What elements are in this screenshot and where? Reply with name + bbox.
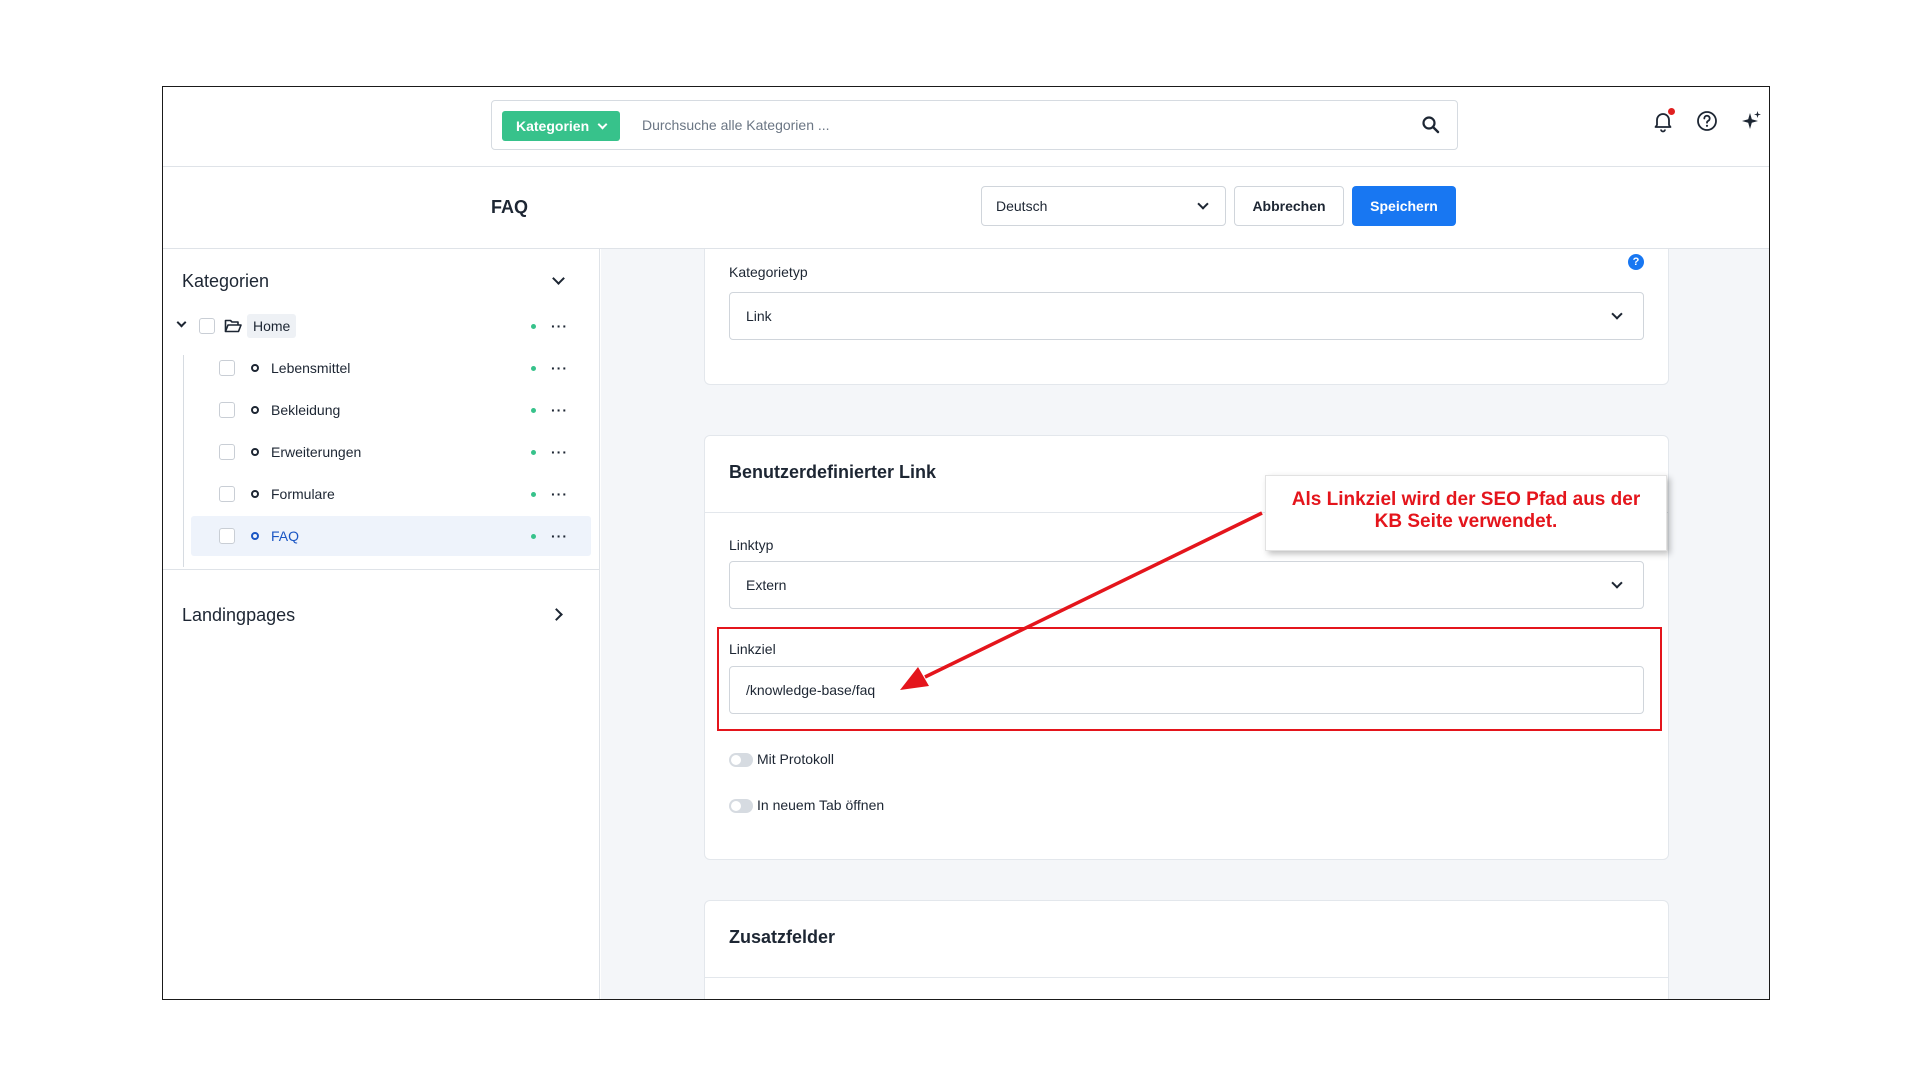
sidebar: Kategorien Home ··· Lebensmittel ··· Bek…	[163, 249, 600, 999]
node-circle-icon	[251, 490, 259, 498]
callout-line-2: KB Seite verwendet.	[1374, 511, 1558, 532]
search-icon[interactable]	[1421, 115, 1441, 135]
more-options-button[interactable]: ···	[551, 482, 568, 506]
global-search: Kategorien Durchsuche alle Kategorien ..…	[491, 100, 1458, 150]
link-type-select[interactable]: Extern	[729, 561, 1644, 609]
sidebar-divider	[163, 569, 600, 570]
link-type-value: Extern	[746, 577, 787, 593]
info-icon[interactable]: ?	[1628, 254, 1644, 270]
chevron-down-icon[interactable]	[552, 272, 565, 285]
sparkles-icon	[1742, 111, 1761, 129]
help-button[interactable]	[1695, 109, 1719, 133]
extra-fields-title: Zusatzfelder	[729, 927, 836, 947]
expand-caret-icon[interactable]	[176, 317, 187, 328]
tree-row[interactable]: Formulare ···	[163, 474, 600, 514]
search-scope-label: Kategorien	[516, 118, 590, 134]
save-button[interactable]: Speichern	[1352, 186, 1456, 226]
chevron-down-icon	[1611, 577, 1623, 589]
category-type-select[interactable]: Link	[729, 292, 1644, 340]
landingpages-section-title[interactable]: Landingpages	[182, 605, 295, 626]
category-type-value: Link	[746, 308, 772, 324]
tree-row-label: Bekleidung	[271, 402, 341, 418]
notification-badge	[1668, 108, 1675, 115]
card-divider	[705, 977, 1668, 978]
chevron-right-icon[interactable]	[550, 608, 563, 621]
status-active-dot	[531, 366, 536, 371]
tree-row-label: Erweiterungen	[271, 444, 362, 460]
protocol-toggle[interactable]	[729, 753, 753, 767]
categories-section-title[interactable]: Kategorien	[182, 271, 269, 292]
tree-row-home[interactable]: Home ···	[163, 306, 600, 346]
status-active-dot	[531, 492, 536, 497]
page-header: FAQ Deutsch Abbrechen Speichern	[163, 167, 1769, 249]
category-type-label: Kategorietyp	[729, 264, 808, 280]
status-active-dot	[531, 408, 536, 413]
new-tab-toggle-label: In neuem Tab öffnen	[757, 797, 885, 813]
annotation-callout: Als Linkziel wird der SEO Pfad aus der K…	[1265, 475, 1667, 551]
node-circle-icon	[251, 364, 259, 372]
search-input[interactable]: Durchsuche alle Kategorien ...	[642, 101, 830, 149]
language-select-value: Deutsch	[996, 198, 1048, 214]
main-content: Kategorietyp ? Link Benutzerdefinierter …	[601, 249, 1769, 999]
chevron-down-icon	[1197, 198, 1209, 210]
cancel-button[interactable]: Abbrechen	[1234, 186, 1344, 226]
tree-checkbox[interactable]	[219, 486, 235, 502]
tree-row-label: Home	[247, 314, 297, 338]
tree-checkbox[interactable]	[219, 360, 235, 376]
more-options-button[interactable]: ···	[551, 356, 568, 380]
more-options-button[interactable]: ···	[551, 314, 568, 338]
status-active-dot	[531, 324, 536, 329]
top-bar: Kategorien Durchsuche alle Kategorien ..…	[163, 87, 1769, 167]
status-active-dot	[531, 450, 536, 455]
tree-checkbox[interactable]	[219, 444, 235, 460]
ai-assistant-button[interactable]	[1739, 109, 1763, 133]
language-select[interactable]: Deutsch	[981, 186, 1226, 226]
tree-row-selected[interactable]: FAQ ···	[163, 516, 600, 556]
tree-checkbox[interactable]	[199, 318, 215, 334]
help-icon	[1697, 111, 1717, 131]
tree-row[interactable]: Lebensmittel ···	[163, 348, 600, 388]
new-tab-toggle[interactable]	[729, 799, 753, 813]
folder-open-icon	[224, 319, 242, 333]
category-type-card: Kategorietyp ? Link	[704, 249, 1669, 385]
more-options-button[interactable]: ···	[551, 524, 568, 548]
node-circle-icon	[251, 532, 259, 540]
tree-row-label: Lebensmittel	[271, 360, 351, 376]
node-circle-icon	[251, 406, 259, 414]
tree-row-label: Formulare	[271, 486, 335, 502]
top-icons	[1651, 108, 1769, 133]
chevron-down-icon	[597, 119, 608, 129]
protocol-toggle-label: Mit Protokoll	[757, 751, 835, 767]
extra-fields-card: Zusatzfelder	[704, 900, 1669, 999]
page-title: FAQ	[491, 197, 529, 217]
tree-row[interactable]: Erweiterungen ···	[163, 432, 600, 472]
chevron-down-icon	[1611, 308, 1623, 320]
tree-checkbox[interactable]	[219, 528, 235, 544]
callout-line-1: Als Linkziel wird der SEO Pfad aus der	[1291, 489, 1641, 510]
tree-row[interactable]: Bekleidung ···	[163, 390, 600, 430]
search-scope-dropdown[interactable]: Kategorien	[502, 111, 621, 141]
annotation-highlight-box	[717, 627, 1662, 731]
status-active-dot	[531, 534, 536, 539]
tree-row-label: FAQ	[271, 528, 300, 544]
node-circle-icon	[251, 448, 259, 456]
link-type-label: Linktyp	[729, 537, 774, 553]
more-options-button[interactable]: ···	[551, 398, 568, 422]
notifications-button[interactable]	[1651, 108, 1675, 133]
tree-checkbox[interactable]	[219, 402, 235, 418]
custom-link-title: Benutzerdefinierter Link	[729, 462, 937, 482]
more-options-button[interactable]: ···	[551, 440, 568, 464]
